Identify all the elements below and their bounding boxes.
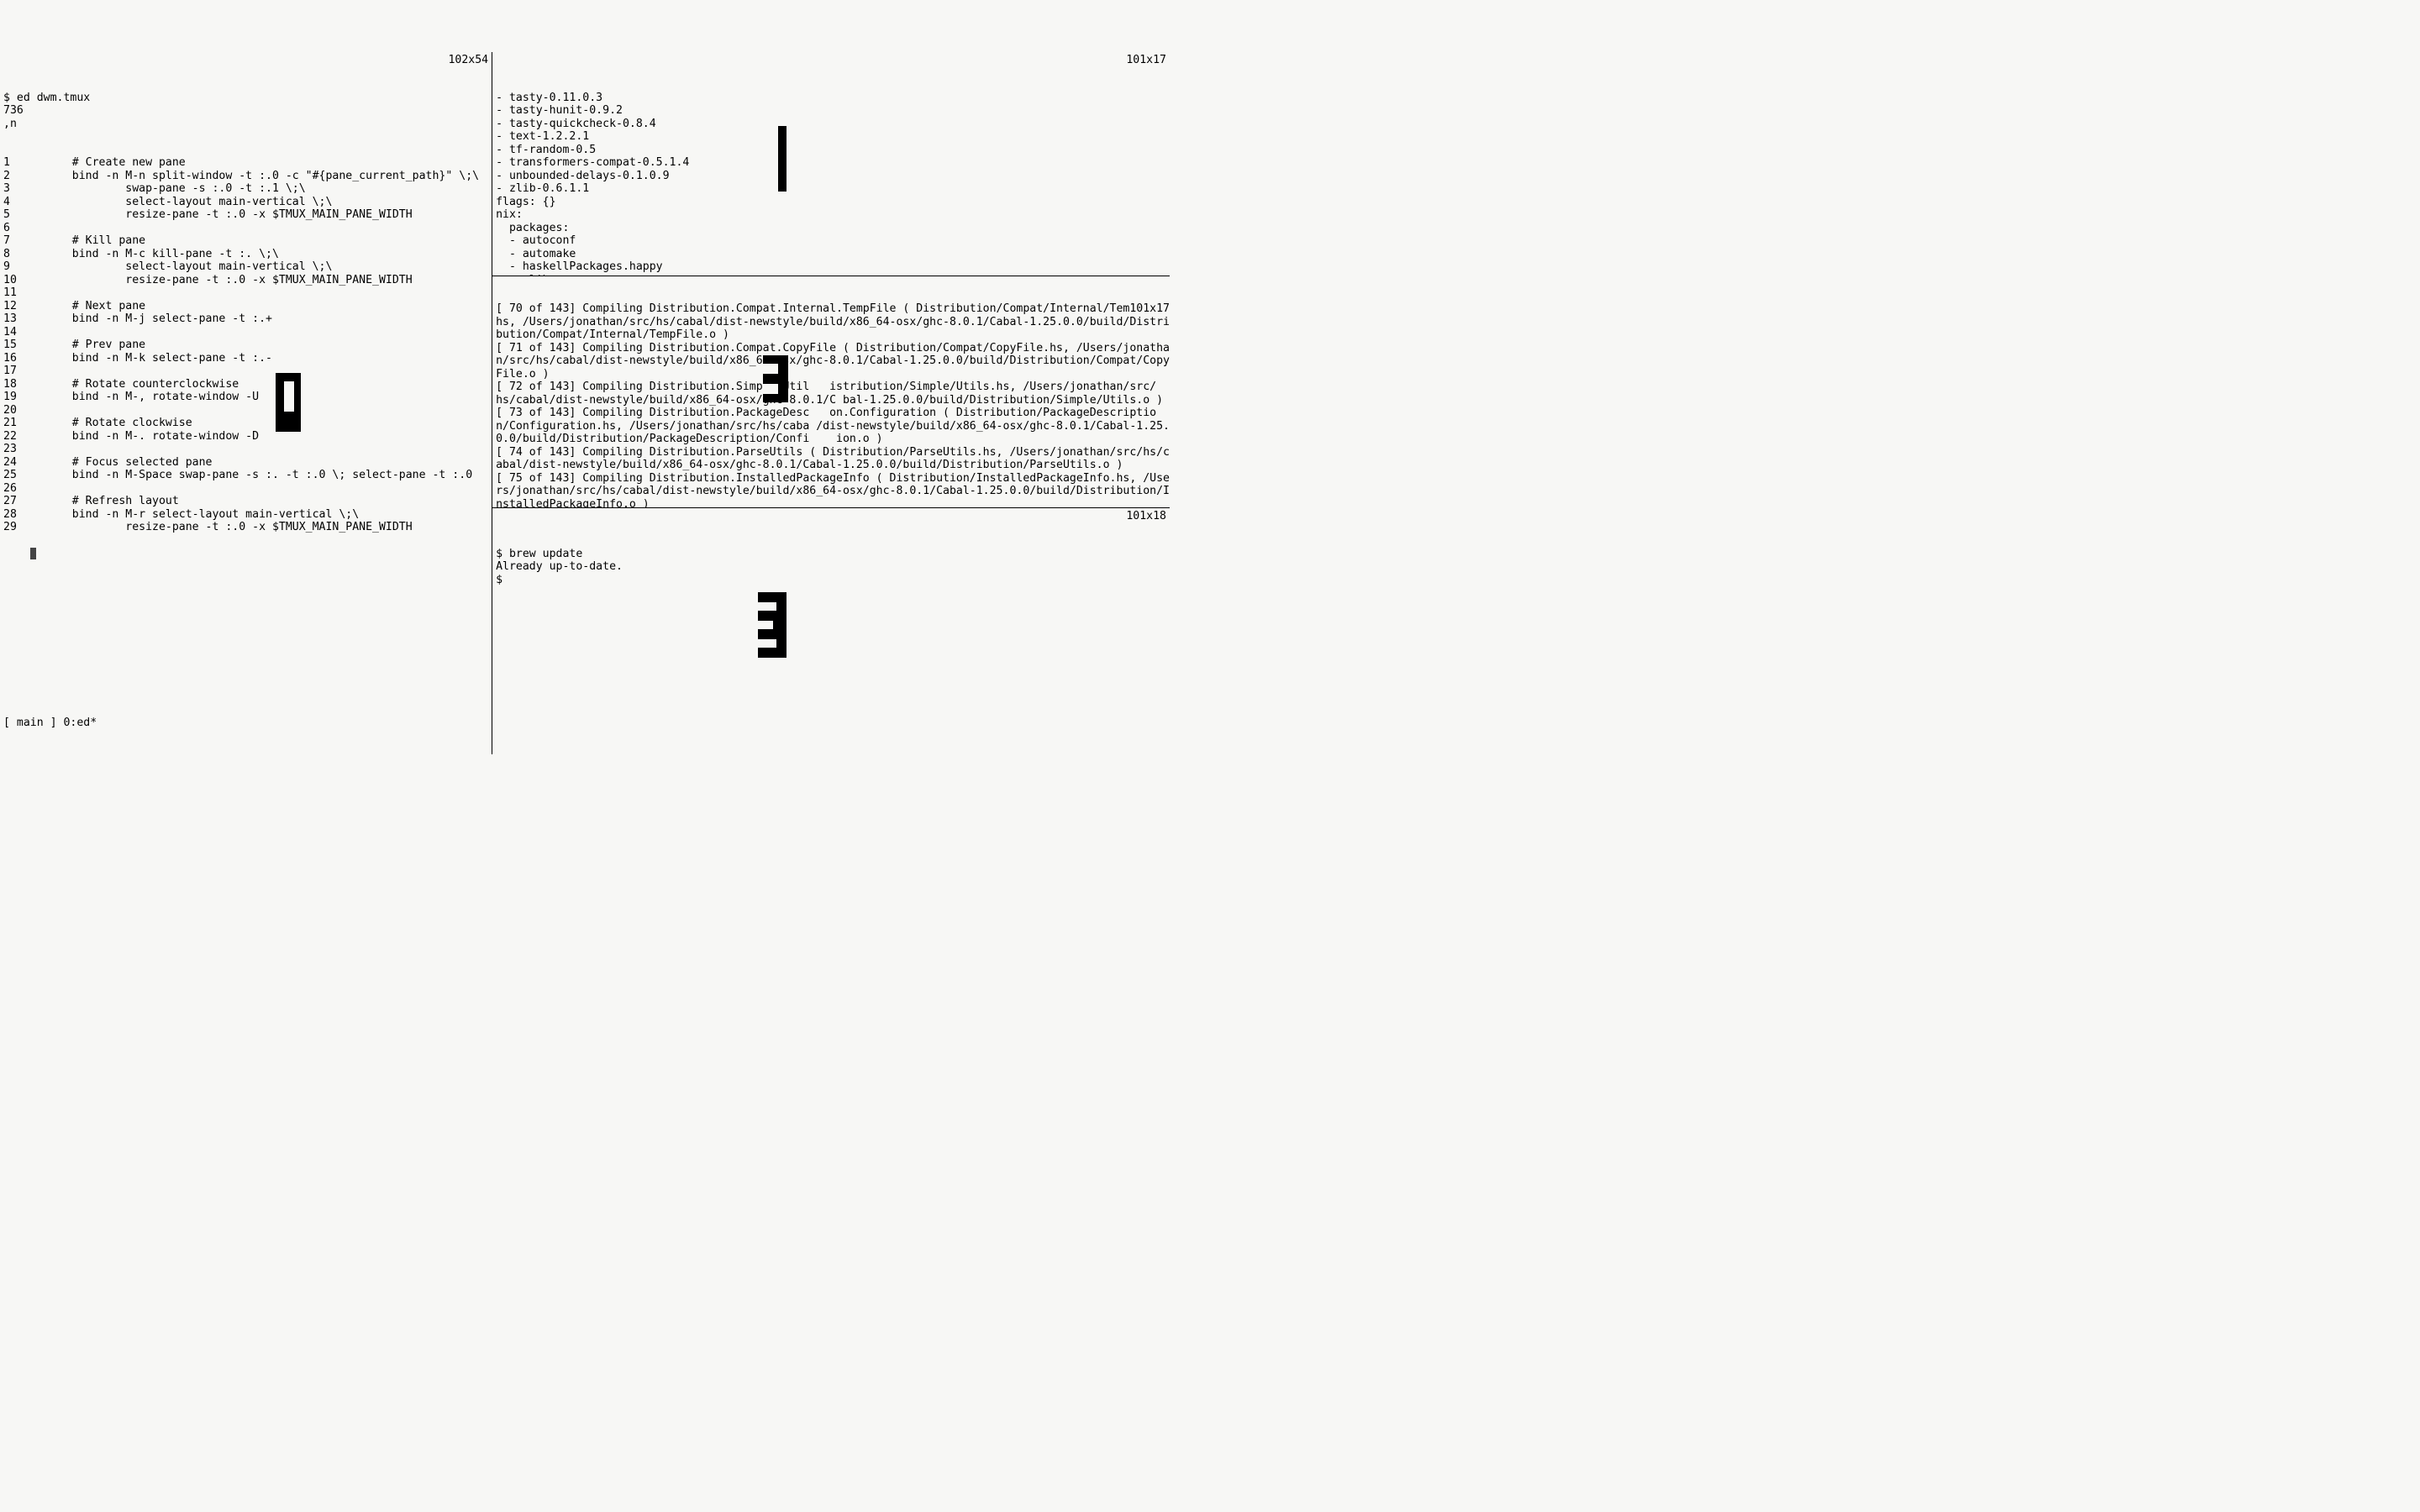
- editor-line: 15 # Prev pane: [3, 339, 492, 352]
- cursor-icon: [30, 548, 36, 559]
- pane-compile-output[interactable]: [ 70 of 143] Compiling Distribution.Comp…: [492, 276, 1170, 507]
- editor-body: 1 # Create new pane2 bind -n M-n split-w…: [3, 156, 492, 534]
- editor-line: 16 bind -n M-k select-pane -t :.-: [3, 352, 492, 365]
- editor-line: 26: [3, 482, 492, 496]
- pane-editor[interactable]: 102x54 $ ed dwm.tmux 736 ,n 1 # Create n…: [0, 52, 492, 754]
- editor-line: 18 # Rotate counterclockwise: [3, 378, 492, 391]
- pane-dim-label: 102x54: [448, 54, 488, 67]
- pane-number-2-icon: [778, 126, 786, 192]
- editor-line: 6: [3, 222, 492, 235]
- editor-line: 7 # Kill pane: [3, 234, 492, 248]
- editor-line: 24 # Focus selected pane: [3, 456, 492, 470]
- editor-line: 12 # Next pane: [3, 300, 492, 313]
- editor-line: 27 # Refresh layout: [3, 495, 492, 508]
- editor-line: 19 bind -n M-, rotate-window -U: [3, 391, 492, 404]
- editor-line: 17: [3, 365, 492, 378]
- editor-line: 22 bind -n M-. rotate-window -D: [3, 430, 492, 444]
- editor-line: 23: [3, 443, 492, 456]
- pane-number-1-icon: [276, 373, 301, 432]
- right-column: 101x17 - tasty-0.11.0.3 - tasty-hunit-0.…: [492, 52, 1170, 754]
- editor-line: 29 resize-pane -t :.0 -x $TMUX_MAIN_PANE…: [3, 521, 492, 534]
- editor-line: 14: [3, 326, 492, 339]
- editor-header: $ ed dwm.tmux 736 ,n: [3, 92, 492, 131]
- editor-line: 9 select-layout main-vertical \;\: [3, 260, 492, 274]
- pane-dim-label: 101x17: [1126, 54, 1166, 67]
- pane-number-4-icon: [758, 592, 786, 658]
- editor-line: 8 bind -n M-c kill-pane -t :. \;\: [3, 248, 492, 261]
- editor-line: 13 bind -n M-j select-pane -t :.+: [3, 312, 492, 326]
- editor-line: 2 bind -n M-n split-window -t :.0 -c "#{…: [3, 170, 492, 183]
- editor-line: 5 resize-pane -t :.0 -x $TMUX_MAIN_PANE_…: [3, 208, 492, 222]
- tmux-container: 102x54 $ ed dwm.tmux 736 ,n 1 # Create n…: [0, 52, 1170, 754]
- editor-line: 28 bind -n M-r select-layout main-vertic…: [3, 508, 492, 522]
- pane-number-3-icon: [763, 355, 788, 402]
- brew-text: $ brew update Already up-to-date. $: [496, 548, 1170, 587]
- editor-line: 10 resize-pane -t :.0 -x $TMUX_MAIN_PANE…: [3, 274, 492, 287]
- pane-yaml-output[interactable]: 101x17 - tasty-0.11.0.3 - tasty-hunit-0.…: [492, 52, 1170, 276]
- editor-line: 1 # Create new pane: [3, 156, 492, 170]
- editor-line: 4 select-layout main-vertical \;\: [3, 196, 492, 209]
- editor-line: 21 # Rotate clockwise: [3, 417, 492, 430]
- editor-line: 11: [3, 286, 492, 300]
- status-bar[interactable]: [ main ] 0:ed*: [0, 716, 1170, 731]
- compile-text: [ 70 of 143] Compiling Distribution.Comp…: [496, 302, 1170, 507]
- editor-line: 3 swap-pane -s :.0 -t :.1 \;\: [3, 182, 492, 196]
- pane-dim-label: 101x18: [1126, 510, 1166, 523]
- yaml-text: - tasty-0.11.0.3 - tasty-hunit-0.9.2 - t…: [496, 92, 1170, 276]
- editor-line: 20: [3, 404, 492, 417]
- editor-line: 25 bind -n M-Space swap-pane -s :. -t :.…: [3, 469, 492, 482]
